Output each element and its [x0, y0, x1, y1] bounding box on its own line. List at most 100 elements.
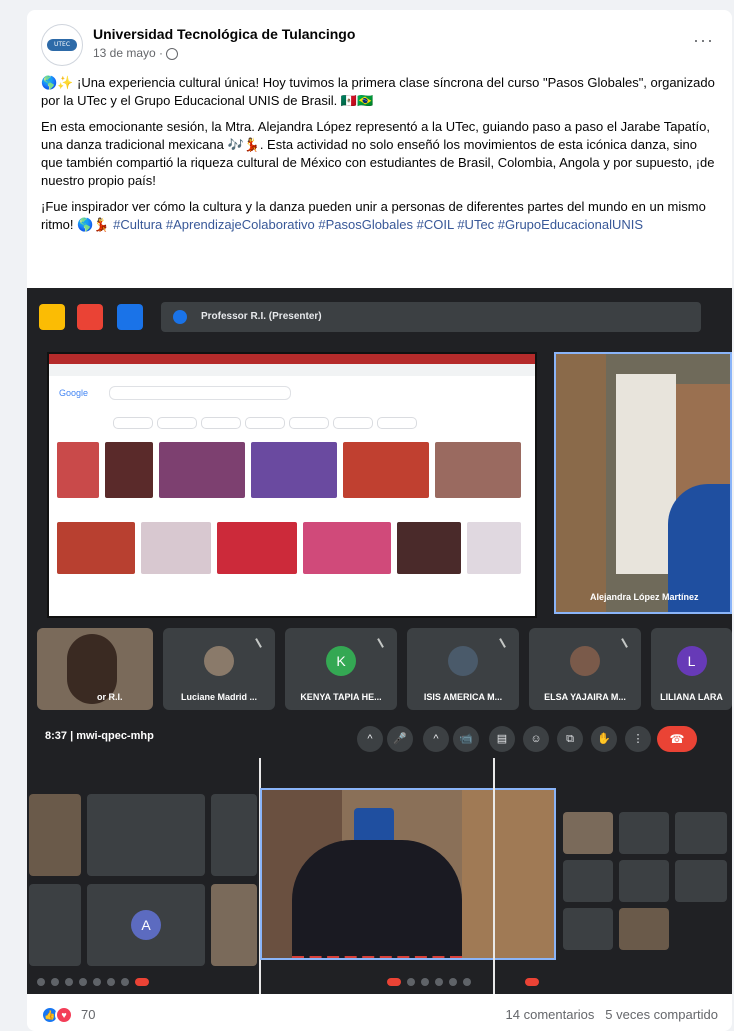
mini-control-icon [463, 978, 471, 986]
post-footer: 👍 ♥ 70 14 comentarios 5 veces compartido [41, 1004, 718, 1028]
post-date[interactable]: 13 de mayo · [93, 46, 179, 60]
search-box [109, 386, 291, 400]
participant-avatar [570, 646, 600, 676]
video-tile [563, 860, 613, 902]
meeting-screenshot-2[interactable]: A [27, 758, 732, 994]
globe-icon [166, 47, 179, 60]
mini-control-icon [79, 978, 87, 986]
mic-off-icon [377, 634, 391, 648]
mini-hangup-icon [525, 978, 539, 986]
page-logo: UTEC [47, 39, 77, 51]
meeting-controls-bar: 8:37 | mwi-qpec-mhp ^ 🎤 ^ 📹 ▤ ☺ ⧉ ✋ ⋮ ☎ [27, 720, 732, 756]
image-thumb [397, 522, 461, 574]
record-icon [77, 304, 103, 330]
video-tile [675, 812, 727, 854]
main-camera-name: Alejandra López Martínez [590, 592, 699, 602]
mini-control-icon [121, 978, 129, 986]
post-date-text: 13 de mayo · [93, 46, 164, 60]
raise-hand-button[interactable]: ✋ [591, 726, 617, 752]
browser-tabstrip [49, 354, 535, 364]
comments-count[interactable]: 14 comentarios [506, 1007, 595, 1022]
present-button[interactable]: ⧉ [557, 726, 583, 752]
video-tile [619, 860, 669, 902]
hangup-button[interactable]: ☎ [657, 726, 697, 752]
video-tile [87, 794, 205, 876]
engagement-stats: 14 comentarios 5 veces compartido [506, 1007, 718, 1022]
image-thumb [435, 442, 521, 498]
image-thumb [303, 522, 391, 574]
browser-address-bar [49, 364, 535, 376]
hand-icon [39, 304, 65, 330]
video-tile [29, 794, 81, 876]
page-avatar[interactable]: UTEC [41, 24, 83, 66]
participant-avatar [448, 646, 478, 676]
participant-tile[interactable]: Luciane Madrid ... [163, 628, 275, 710]
image-thumb [141, 522, 211, 574]
video-tile [211, 794, 257, 876]
video-tile [619, 812, 669, 854]
post-paragraph: 🌎✨ ¡Una experiencia cultural única! Hoy … [41, 75, 715, 108]
camera-button[interactable]: 📹 [453, 726, 479, 752]
mic-button[interactable]: 🎤 [387, 726, 413, 752]
image-thumb [159, 442, 245, 498]
participant-avatar [204, 646, 234, 676]
image-thumb [467, 522, 521, 574]
mini-control-icon [435, 978, 443, 986]
captions-button[interactable]: ▤ [489, 726, 515, 752]
video-tile [29, 884, 81, 966]
image-thumb [105, 442, 153, 498]
hashtags-link[interactable]: #Cultura #AprendizajeColaborativo #Pasos… [113, 217, 643, 232]
tools-icon [117, 304, 143, 330]
mini-control-icon [51, 978, 59, 986]
post-paragraph-last: ¡Fue inspirador ver cómo la cultura y la… [41, 198, 718, 234]
participant-name: ISIS AMERICA M... [423, 692, 503, 702]
page-name-link[interactable]: Universidad Tecnológica de Tulancingo [93, 26, 355, 42]
mic-off-icon [621, 634, 635, 648]
dance-camera-view [260, 788, 556, 960]
camera-options-button[interactable]: ^ [423, 726, 449, 752]
participant-avatar: L [676, 646, 707, 676]
image-thumb [251, 442, 337, 498]
meeting-code: 8:37 | mwi-qpec-mhp [45, 730, 154, 742]
image-thumb [343, 442, 429, 498]
image-thumb [57, 442, 99, 498]
post-card: UTEC Universidad Tecnológica de Tulancin… [27, 10, 732, 1031]
main-camera-view: Alejandra López Martínez [554, 352, 732, 614]
google-logo: Google [59, 388, 89, 398]
mini-hangup-icon [135, 978, 149, 986]
mic-options-button[interactable]: ^ [357, 726, 383, 752]
mini-control-icon [65, 978, 73, 986]
self-tile[interactable]: or R.I. [37, 628, 153, 710]
video-tile [619, 908, 669, 950]
more-options-button[interactable]: ··· [693, 30, 714, 51]
video-tile: A [87, 884, 205, 966]
participant-tile[interactable]: L LILIANA LARA [651, 628, 732, 710]
meeting-screenshot-1[interactable]: Professor R.I. (Presenter) Google Alejan… [27, 288, 732, 758]
participant-name: Luciane Madrid ... [180, 692, 257, 702]
presenter-avatar-icon [173, 310, 187, 324]
love-reaction-icon[interactable]: ♥ [55, 1006, 73, 1024]
video-tile [563, 812, 613, 854]
image-divider [493, 758, 495, 994]
participant-name: KENYA TAPIA HE... [300, 692, 382, 702]
post-text: 🌎✨ ¡Una experiencia cultural única! Hoy … [41, 74, 718, 242]
mini-control-icon [107, 978, 115, 986]
filter-chips [113, 416, 443, 429]
emoji-button[interactable]: ☺ [523, 726, 549, 752]
participant-tile[interactable]: ELSA YAJAIRA M... [529, 628, 641, 710]
mini-control-icon [407, 978, 415, 986]
mini-control-icon [421, 978, 429, 986]
post-header: UTEC Universidad Tecnológica de Tulancin… [41, 24, 718, 68]
reaction-count[interactable]: 70 [81, 1007, 95, 1022]
video-tile [563, 908, 613, 950]
shared-screen: Google [47, 352, 537, 618]
participant-avatar: A [131, 910, 161, 940]
mini-control-icon [93, 978, 101, 986]
participant-tile[interactable]: ISIS AMERICA M... [407, 628, 519, 710]
participant-avatar: K [326, 646, 356, 676]
shares-count[interactable]: 5 veces compartido [605, 1007, 718, 1022]
participant-name: ELSA YAJAIRA M... [544, 692, 626, 702]
image-thumb [217, 522, 297, 574]
more-options-icon[interactable]: ⋮ [625, 726, 651, 752]
participant-tile[interactable]: K KENYA TAPIA HE... [285, 628, 397, 710]
